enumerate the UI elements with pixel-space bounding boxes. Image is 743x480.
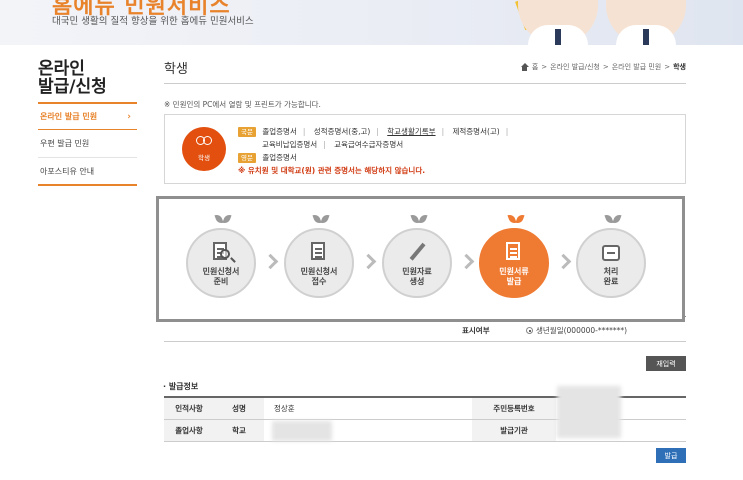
certificate-info-box: 학생 국문 졸업증명서 | 성적증명서(중,고) | 학교생활기록부 | 제적증명서(… [164,114,686,184]
download-document-icon [503,242,525,264]
students-illustration [500,0,700,45]
breadcrumb: 홈 > 온라인 발급/신청 > 온라인 발급 민원 > 학생 [520,62,686,72]
search-document-icon [210,242,232,264]
cert-graduation-en: 졸업증명서 [262,153,297,162]
reinput-button[interactable]: 재입력 [646,356,686,371]
breadcrumb-online-issue[interactable]: 온라인 발급 민원 [612,62,662,72]
sidebar-title: 온라인 발급/신청 [38,59,107,97]
chevron-right-icon [461,256,471,270]
cert-graduation: 졸업증명서 [262,127,297,136]
student-icon: 학생 [182,127,226,171]
sidebar-item-postal-issue[interactable]: 우편 발급 민원 [38,130,137,158]
breadcrumb-home[interactable]: 홈 [532,62,538,72]
process-steps-panel: 민원신청서 준비 민원신청서 접수 민원자료 생성 민원서류 발급 처리 완료 [156,196,685,322]
breadcrumb-current: 학생 [673,63,686,71]
pencil-icon [406,242,428,264]
display-option-radio[interactable]: 생년월일(000000-*******) [526,325,627,336]
sidebar-menu: 온라인 발급 민원 › 우편 발급 민원 아포스티유 안내 [38,102,137,186]
sidebar-item-apostille[interactable]: 아포스티유 안내 [38,158,137,186]
english-badge: 영문 [238,153,256,163]
warning-text: ※ 유치원 및 대학교(원) 관련 증명서는 해당하지 않습니다. [238,166,426,175]
domestic-badge: 국문 [238,127,256,137]
breadcrumb-online[interactable]: 온라인 발급/신청 [550,62,600,72]
radio-selected-icon [526,327,533,334]
page-title: 학생 [164,62,188,77]
step-issue: 민원서류 발급 [479,228,549,298]
brand-tagline: 대국민 생활의 질적 향상을 위한 홈에듀 민원서비스 [52,16,254,27]
step-complete: 처리 완료 [576,228,646,298]
step-prepare: 민원신청서 준비 [186,228,256,298]
chevron-right-icon: › [127,112,131,122]
chevron-right-icon [558,256,568,270]
notice-text: ※ 민원인의 PC에서 열람 및 프린트가 가능합니다. [164,100,321,109]
chevron-right-icon [363,256,373,270]
step-generate: 민원자료 생성 [382,228,452,298]
step-receive: 민원신청서 접수 [284,228,354,298]
document-icon [308,242,330,264]
cert-benefit: 교육급여수급자증명서 [334,140,404,149]
name-value: 정상훈 [274,404,295,413]
home-icon [520,63,529,71]
issue-button[interactable]: 발급 [656,448,686,463]
cert-grades: 성적증명서(중,고) [313,127,371,136]
chevron-right-icon [265,256,275,270]
issue-info-title: · 발급정보 [163,382,199,391]
header-divider [164,83,686,84]
top-banner: 홈에듀 민원서비스 대국민 생활의 질적 향상을 위한 홈에듀 민원서비스 [0,0,743,45]
cert-tuition: 교육비납입증명서 [262,140,318,149]
sidebar-item-label: 우편 발급 민원 [40,139,90,148]
sidebar-item-label: 온라인 발급 민원 [40,112,98,121]
sidebar-item-label: 아포스티유 안내 [40,166,95,176]
certificate-list: 국문 졸업증명서 | 성적증명서(중,고) | 학교생활기록부 | 제적증명서(고) |… [238,125,514,177]
display-label: 표시여부 [462,326,490,335]
cert-expulsion: 제적증명서(고) [452,127,500,136]
folder-icon [600,242,622,264]
redacted-school [272,421,332,441]
redacted-resident-number [557,386,621,438]
sidebar-item-online-issue[interactable]: 온라인 발급 민원 › [38,102,137,130]
cert-school-record[interactable]: 학교생활기록부 [387,127,435,136]
